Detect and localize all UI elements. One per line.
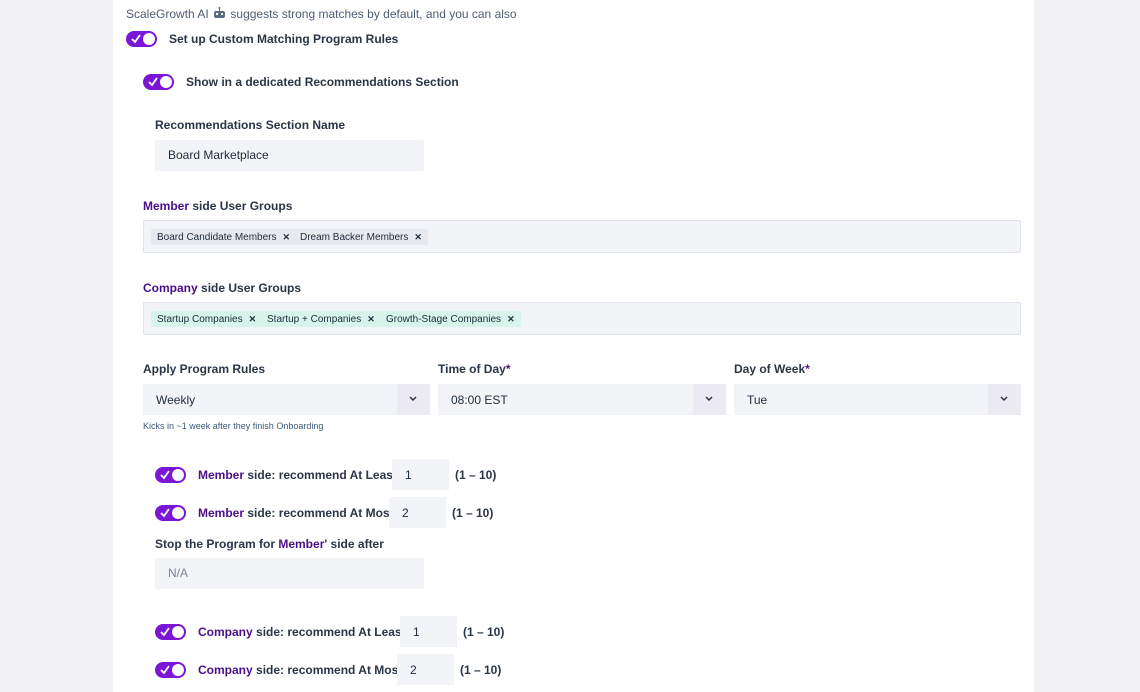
intro-text: ScaleGrowth AI suggests strong matches b… xyxy=(126,7,517,21)
company-at-least-toggle[interactable] xyxy=(155,624,186,640)
day-of-week-value: Tue xyxy=(747,393,768,407)
robot-icon xyxy=(214,7,226,18)
intro-brand: ScaleGrowth AI xyxy=(126,7,209,21)
check-icon xyxy=(131,34,141,44)
member-at-least-input[interactable]: 1 xyxy=(392,459,449,490)
company-groups-select[interactable]: Startup Companies ✕ Startup + Companies ✕ … xyxy=(143,302,1021,335)
member-at-most-toggle[interactable] xyxy=(155,505,186,521)
day-of-week-label: Day of Week* xyxy=(734,362,810,376)
intro-suffix: suggests strong matches by default, and … xyxy=(230,7,517,21)
apply-rules-select[interactable]: Weekly xyxy=(143,384,430,415)
company-groups-label: Company side User Groups xyxy=(143,281,302,295)
company-at-least-range: (1 – 10) xyxy=(463,625,505,639)
company-at-least-label: Company side: recommend At Least xyxy=(198,625,406,639)
check-icon xyxy=(160,470,170,480)
company-at-least-input[interactable]: 1 xyxy=(400,616,457,647)
toggle-knob xyxy=(172,664,184,676)
tag-startup-companies: Startup Companies ✕ xyxy=(151,311,263,327)
remove-tag-icon[interactable]: ✕ xyxy=(414,232,422,242)
time-of-day-label: Time of Day* xyxy=(438,362,511,376)
chevron-down-icon[interactable] xyxy=(988,384,1021,415)
remove-tag-icon[interactable]: ✕ xyxy=(367,314,375,324)
chevron-down-icon[interactable] xyxy=(693,384,726,415)
custom-rules-label: Set up Custom Matching Program Rules xyxy=(169,32,399,46)
member-at-most-label: Member side: recommend At Most xyxy=(198,506,394,520)
stop-program-input[interactable]: N/A xyxy=(155,558,424,589)
tag-board-candidate-members: Board Candidate Members ✕ xyxy=(151,229,297,245)
toggle-knob xyxy=(172,469,184,481)
member-groups-label: Member side User Groups xyxy=(143,199,293,213)
section-name-label: Recommendations Section Name xyxy=(155,118,346,132)
member-at-least-label: Member side: recommend At Least xyxy=(198,468,397,482)
tag-dream-backer-members: Dream Backer Members ✕ xyxy=(294,229,428,245)
remove-tag-icon[interactable]: ✕ xyxy=(283,232,291,242)
company-at-most-label: Company side: recommend At Most xyxy=(198,663,403,677)
dedicated-section-toggle[interactable] xyxy=(143,74,174,90)
company-at-most-range: (1 – 10) xyxy=(460,663,502,677)
check-icon xyxy=(160,665,170,675)
apply-rules-label: Apply Program Rules xyxy=(143,362,266,376)
time-of-day-select[interactable]: 08:00 EST xyxy=(438,384,726,415)
member-at-least-range: (1 – 10) xyxy=(455,468,497,482)
toggle-knob xyxy=(172,626,184,638)
section-name-input[interactable]: Board Marketplace xyxy=(155,140,424,171)
remove-tag-icon[interactable]: ✕ xyxy=(507,314,515,324)
member-at-least-toggle[interactable] xyxy=(155,467,186,483)
custom-rules-toggle[interactable] xyxy=(126,31,157,47)
tag-growth-stage-companies: Growth-Stage Companies ✕ xyxy=(380,311,521,327)
member-at-most-input[interactable]: 2 xyxy=(389,497,446,528)
check-icon xyxy=(160,508,170,518)
chevron-down-icon[interactable] xyxy=(397,384,430,415)
company-at-most-input[interactable]: 2 xyxy=(397,654,454,685)
check-icon xyxy=(160,627,170,637)
stop-program-label: Stop the Program for Member' side after xyxy=(155,537,384,551)
member-at-most-range: (1 – 10) xyxy=(452,506,494,520)
apply-rules-hint: Kicks in ~1 week after they finish Onboa… xyxy=(143,421,324,431)
dedicated-section-label: Show in a dedicated Recommendations Sect… xyxy=(186,75,459,89)
check-icon xyxy=(148,77,158,87)
toggle-knob xyxy=(160,76,172,88)
company-at-most-toggle[interactable] xyxy=(155,662,186,678)
toggle-knob xyxy=(143,33,155,45)
day-of-week-select[interactable]: Tue xyxy=(734,384,1021,415)
member-groups-select[interactable]: Board Candidate Members ✕ Dream Backer Me… xyxy=(143,220,1021,253)
toggle-knob xyxy=(172,507,184,519)
tag-startup-plus-companies: Startup + Companies ✕ xyxy=(261,311,381,327)
time-of-day-value: 08:00 EST xyxy=(451,393,508,407)
remove-tag-icon[interactable]: ✕ xyxy=(249,314,257,324)
apply-rules-value: Weekly xyxy=(156,393,196,407)
